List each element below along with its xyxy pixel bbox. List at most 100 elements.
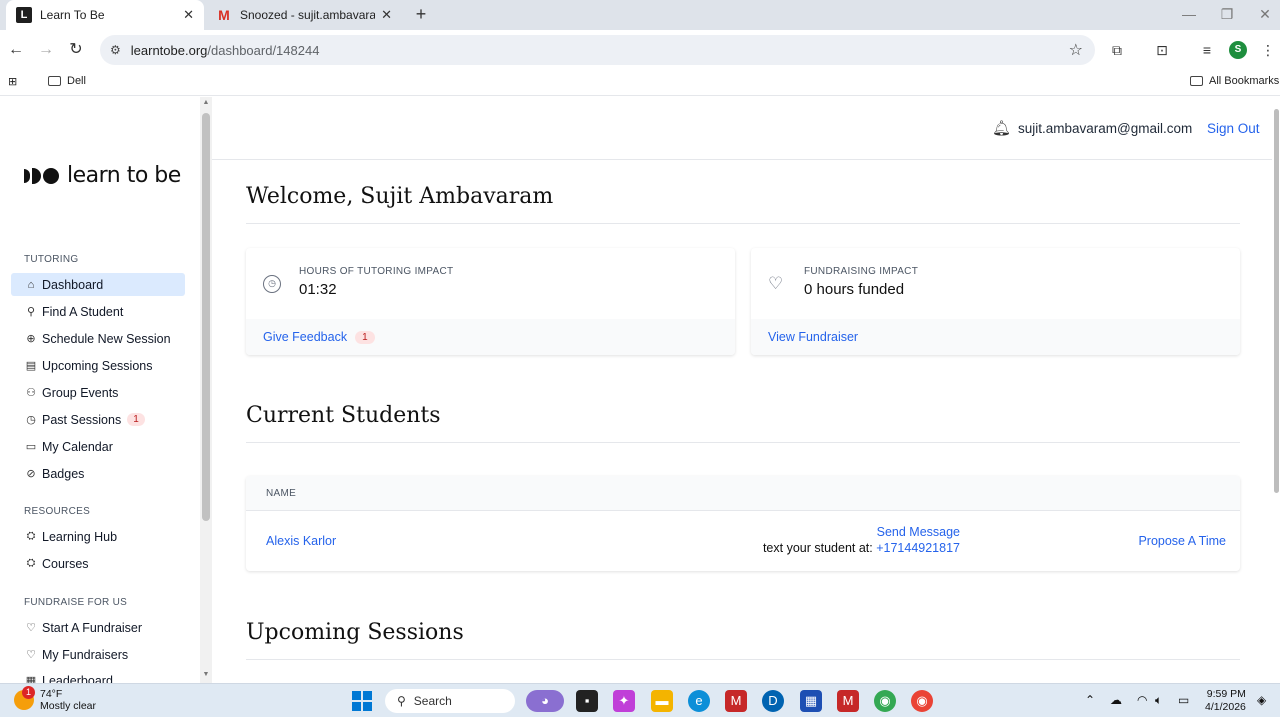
back-arrow-icon[interactable]: ← bbox=[4, 38, 28, 62]
graduation-cap-icon: ⛭ bbox=[26, 557, 36, 569]
forward-arrow-icon[interactable]: → bbox=[34, 38, 58, 62]
sidebar-item-learning-hub[interactable]: ⛭ Learning Hub bbox=[11, 525, 185, 548]
scroll-down-arrow-icon[interactable]: ▼ bbox=[200, 671, 212, 678]
dell-icon[interactable]: D bbox=[762, 690, 784, 712]
bookmark-dell[interactable]: Dell bbox=[48, 75, 86, 87]
graduation-cap-icon: ⛭ bbox=[26, 530, 36, 542]
profile-avatar[interactable]: S bbox=[1229, 41, 1247, 59]
more-menu-icon[interactable]: ⋮ bbox=[1258, 40, 1278, 60]
bell-icon[interactable]: 🔔︎ bbox=[992, 119, 1011, 137]
propose-a-time-link[interactable]: Propose A Time bbox=[1138, 534, 1226, 548]
mcafee-icon[interactable]: M bbox=[725, 690, 747, 712]
sidebar-item-badges[interactable]: ⊘ Badges bbox=[11, 462, 185, 485]
media-controls-icon[interactable]: ≡ bbox=[1197, 40, 1217, 60]
divider bbox=[246, 223, 1240, 224]
page-header: 🔔︎ sujit.ambavaram@gmail.com Sign Out bbox=[212, 97, 1272, 160]
onedrive-icon[interactable]: ☁ bbox=[1110, 693, 1122, 707]
brand-name: learn to be bbox=[67, 163, 181, 188]
sidebar-item-dashboard[interactable]: ⌂ Dashboard bbox=[11, 273, 185, 296]
search-icon: ⚲ bbox=[397, 694, 406, 708]
sidebar-item-label: Find A Student bbox=[42, 304, 124, 319]
bookmark-star-icon[interactable]: ☆ bbox=[1069, 40, 1083, 60]
taskbar-clock[interactable]: 9:59 PM 4/1/2026 bbox=[1205, 688, 1246, 714]
table-row: Alexis Karlor Send Message text your stu… bbox=[246, 511, 1240, 571]
widgets-icon[interactable]: ◕ bbox=[526, 690, 564, 712]
chrome-icon[interactable]: ◉ bbox=[874, 690, 896, 712]
mcafee-icon[interactable]: M bbox=[837, 690, 859, 712]
sidebar-item-past-sessions[interactable]: ◷ Past Sessions 1 bbox=[11, 408, 185, 431]
sidebar-item-label: Badges bbox=[42, 466, 85, 481]
copilot-icon[interactable]: ✦ bbox=[613, 690, 635, 712]
learn-to-be-favicon-icon: L bbox=[16, 7, 32, 23]
sidebar-scrollbar[interactable]: ▲ ▼ bbox=[200, 97, 212, 683]
page-viewport: learn to be TUTORING ⌂ Dashboard ⚲ Find A … bbox=[0, 97, 1280, 683]
view-fundraiser-link[interactable]: View Fundraiser bbox=[768, 330, 858, 344]
tab-learn-to-be[interactable]: L Learn To Be ✕ bbox=[6, 0, 204, 30]
bookmark-label: Dell bbox=[67, 75, 86, 87]
student-name-link[interactable]: Alexis Karlor bbox=[266, 534, 336, 548]
reload-icon[interactable]: ↻ bbox=[64, 38, 88, 62]
section-label-tutoring: TUTORING bbox=[24, 254, 79, 265]
card-footer: View Fundraiser bbox=[751, 319, 1240, 355]
battery-icon[interactable]: ▭ bbox=[1178, 693, 1189, 707]
plus-circle-icon: ⊕ bbox=[26, 333, 36, 345]
heart-hand-icon: ♡ bbox=[26, 622, 36, 634]
text-student-label: text your student at: bbox=[762, 541, 877, 555]
table-header-name: NAME bbox=[246, 476, 1240, 511]
page-scrollbar[interactable] bbox=[1272, 97, 1280, 683]
send-message-link[interactable]: Send Message bbox=[763, 525, 960, 539]
sidebar-item-leaderboard[interactable]: ▦ Leaderboard bbox=[11, 669, 185, 684]
brand-logo[interactable]: learn to be bbox=[24, 163, 181, 188]
give-feedback-link[interactable]: Give Feedback bbox=[263, 330, 347, 344]
chrome-profile-icon[interactable]: ◉ bbox=[911, 690, 933, 712]
sidebar-item-find-student[interactable]: ⚲ Find A Student bbox=[11, 300, 185, 323]
student-phone-link[interactable]: +17144921817 bbox=[876, 541, 960, 555]
apps-grid-icon[interactable]: ⊞ bbox=[8, 75, 17, 88]
volume-icon[interactable]: 🔈︎ bbox=[1155, 693, 1162, 708]
sidebar-item-schedule[interactable]: ⊕ Schedule New Session bbox=[11, 327, 185, 350]
sign-out-link[interactable]: Sign Out bbox=[1207, 121, 1260, 136]
sidebar-item-my-fundraisers[interactable]: ♡ My Fundraisers bbox=[11, 643, 185, 666]
sidebar-item-start-fundraiser[interactable]: ♡ Start A Fundraiser bbox=[11, 616, 185, 639]
file-explorer-icon[interactable]: ▬ bbox=[651, 690, 673, 712]
new-tab-button[interactable]: + bbox=[410, 4, 432, 26]
scroll-up-arrow-icon[interactable]: ▲ bbox=[200, 99, 212, 106]
card-footer: Give Feedback 1 bbox=[246, 319, 735, 355]
clock-icon: ◷ bbox=[26, 414, 36, 426]
weather-widget[interactable]: 1 74°F Mostly clear bbox=[14, 686, 96, 712]
section-title-upcoming-sessions: Upcoming Sessions bbox=[246, 620, 464, 645]
address-bar[interactable]: ⚙ learntobe.org/dashboard/148244 ☆ bbox=[100, 35, 1095, 65]
close-tab-icon[interactable]: ✕ bbox=[381, 7, 392, 23]
close-window-button[interactable]: ✕ bbox=[1242, 0, 1280, 30]
section-label-resources: RESOURCES bbox=[24, 506, 91, 517]
close-tab-icon[interactable]: ✕ bbox=[183, 7, 194, 23]
scrollbar-thumb[interactable] bbox=[202, 113, 210, 521]
wifi-icon[interactable]: ◠ bbox=[1137, 693, 1147, 707]
sidebar-item-my-calendar[interactable]: ▭ My Calendar bbox=[11, 435, 185, 458]
home-icon: ⌂ bbox=[27, 278, 35, 291]
edge-browser-icon[interactable]: e bbox=[688, 690, 710, 712]
windows-start-icon[interactable] bbox=[352, 691, 372, 711]
check-circle-icon: ⊘ bbox=[26, 468, 36, 480]
sidebar-item-label: Schedule New Session bbox=[42, 331, 171, 346]
tab-search-icon[interactable]: ⊡ bbox=[1152, 40, 1172, 60]
folder-icon bbox=[1190, 76, 1203, 86]
sidebar-item-label: Leaderboard bbox=[42, 673, 113, 684]
sidebar-item-upcoming-sessions[interactable]: ▤ Upcoming Sessions bbox=[11, 354, 185, 377]
stat-label: FUNDRAISING IMPACT bbox=[804, 266, 919, 277]
notifications-icon[interactable]: ◈ bbox=[1257, 693, 1266, 707]
taskbar-search[interactable]: ⚲ Search bbox=[385, 689, 515, 713]
task-view-icon[interactable]: ▪ bbox=[576, 690, 598, 712]
chevron-up-icon[interactable]: ⌃ bbox=[1085, 693, 1095, 707]
scrollbar-thumb[interactable] bbox=[1274, 109, 1279, 493]
section-label-fundraise: FUNDRAISE FOR US bbox=[24, 597, 128, 608]
microsoft-store-icon[interactable]: ▦ bbox=[800, 690, 822, 712]
heart-icon: ♡ bbox=[768, 274, 784, 293]
extensions-icon[interactable]: ⧉ bbox=[1107, 40, 1127, 60]
sidebar-item-group-events[interactable]: ⚇ Group Events bbox=[11, 381, 185, 404]
tab-gmail-snoozed[interactable]: M Snoozed - sujit.ambavaram@gr ✕ bbox=[206, 0, 402, 30]
all-bookmarks[interactable]: All Bookmarks bbox=[1190, 75, 1279, 87]
past-sessions-badge: 1 bbox=[127, 413, 145, 426]
sidebar-item-courses[interactable]: ⛭ Courses bbox=[11, 552, 185, 575]
site-settings-icon[interactable]: ⚙ bbox=[110, 43, 121, 57]
